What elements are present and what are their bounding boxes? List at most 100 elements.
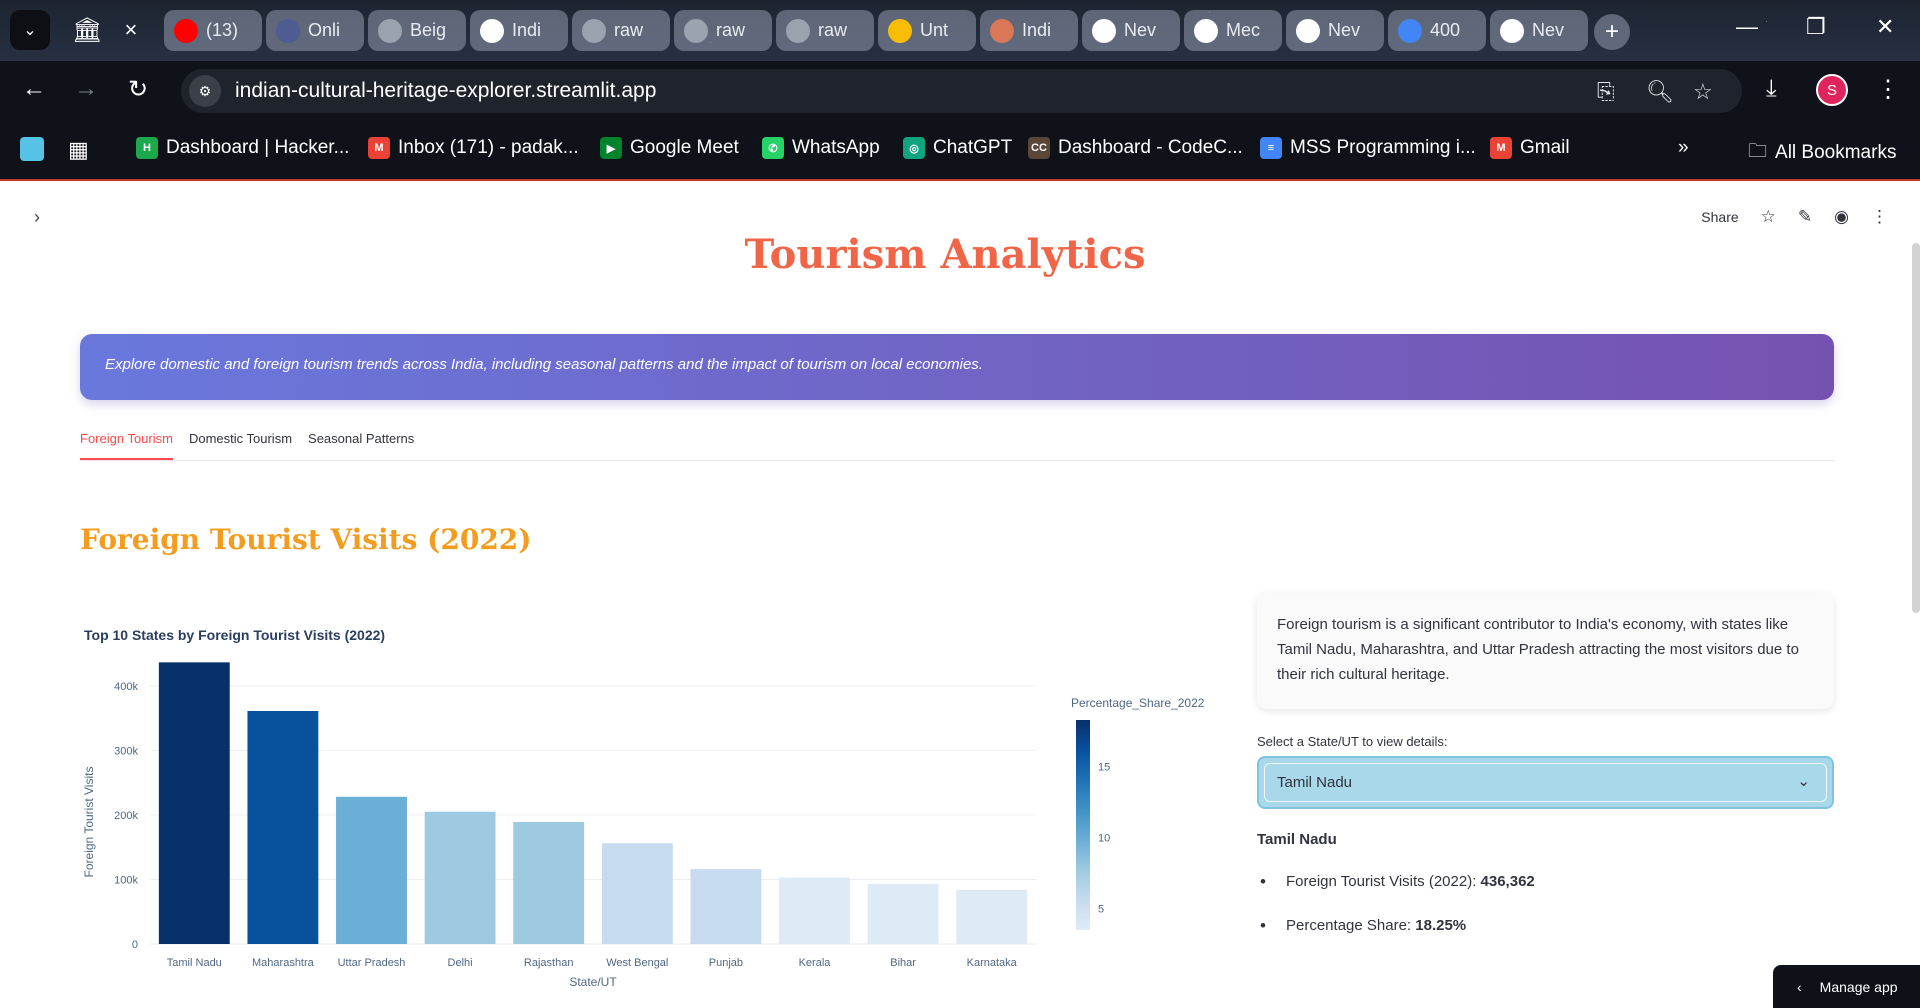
state-select[interactable]: Tamil Nadu ⌄ [1257, 756, 1834, 809]
tab-label: Nev [1124, 20, 1157, 40]
y-axis-title: Foreign Tourist Visits [82, 767, 96, 878]
tab-search-button[interactable]: ⌄ [10, 10, 50, 50]
bookmark-item[interactable]: ▶ Google Meet [600, 137, 739, 159]
sidebar-expand-button[interactable]: › [34, 207, 40, 228]
detail-list: Foreign Tourist Visits (2022): 436,362 P… [1257, 872, 1535, 961]
bookmark-item[interactable]: M Gmail [1490, 137, 1570, 159]
downloads-icon[interactable]: ⤓ [1766, 75, 1777, 103]
close-window-button[interactable]: ✕ [1876, 14, 1894, 40]
browser-tab[interactable]: Nev [1082, 10, 1180, 51]
browser-tab[interactable]: Indi [470, 10, 568, 51]
active-tab[interactable]: 🏛 × [60, 8, 160, 52]
edit-icon[interactable]: ✎ [1798, 207, 1812, 227]
browser-tab[interactable]: Unt [878, 10, 976, 51]
y-tick-label: 100k [114, 874, 138, 886]
browser-tab[interactable]: raw [572, 10, 670, 51]
chrome-icon [1500, 18, 1524, 43]
bookmark-app[interactable] [20, 137, 44, 161]
tab-label: (13) [206, 20, 239, 40]
reload-button[interactable]: ↻ [128, 75, 148, 104]
bookmark-label: Gmail [1520, 137, 1570, 158]
page-scrollbar[interactable] [1912, 243, 1920, 613]
tab-label: Nev [1532, 20, 1565, 40]
chevron-left-icon: ‹ [1797, 978, 1802, 995]
arrow-left-icon: ← [22, 75, 46, 102]
bookmark-favicon-icon: ▶ [600, 137, 622, 159]
x-tick-label: Bihar [890, 957, 916, 969]
profile-avatar[interactable]: S [1816, 74, 1848, 106]
apps-grid[interactable]: ▦ [68, 137, 89, 163]
tab-label: Beig [410, 20, 447, 40]
bookmark-favicon-icon: M [1490, 137, 1512, 159]
tab-label: raw [818, 20, 848, 40]
globe-icon [582, 18, 606, 43]
new-tab-button[interactable]: + [1594, 14, 1630, 50]
tab-label: raw [716, 20, 746, 40]
intro-banner: Explore domestic and foreign tourism tre… [80, 334, 1834, 400]
bookmark-item[interactable]: H Dashboard | Hacker... [136, 137, 349, 159]
app-icon [20, 137, 44, 161]
bookmark-favicon-icon: M [368, 137, 390, 159]
bar-tamil-nadu [158, 662, 230, 944]
browser-tab[interactable]: Beig [368, 10, 466, 51]
more-menu-icon[interactable]: ⋮ [1871, 207, 1888, 227]
bookmark-star-icon[interactable]: ☆ [1693, 79, 1713, 105]
tab-label: Indi [1022, 20, 1052, 40]
all-bookmarks[interactable]: 🗀 All Bookmarks [1748, 137, 1896, 169]
bookmarks-overflow[interactable]: » [1678, 137, 1689, 159]
browser-tab[interactable]: Indi [980, 10, 1078, 51]
bookmark-item[interactable]: ✆ WhatsApp [762, 137, 880, 159]
github-icon [1194, 18, 1218, 43]
minimize-button[interactable]: — [1736, 14, 1758, 40]
browser-menu-icon[interactable]: ⋮ [1876, 75, 1900, 104]
address-bar[interactable]: ⚙ indian-cultural-heritage-explorer.stre… [181, 69, 1742, 113]
bookmark-label: WhatsApp [792, 137, 880, 158]
star-icon[interactable]: ☆ [1761, 207, 1776, 227]
tab-foreign-tourism[interactable]: Foreign Tourism [80, 431, 173, 460]
browser-tab[interactable]: Nev [1286, 10, 1384, 51]
install-app-icon[interactable]: ⎘ [1597, 79, 1615, 105]
browser-tab[interactable]: Nev [1490, 10, 1588, 51]
tab-domestic-tourism[interactable]: Domestic Tourism [189, 431, 292, 460]
colorbar-tick-label: 15 [1098, 761, 1110, 773]
info-text: Foreign tourism is a significant contrib… [1277, 616, 1799, 683]
tab-seasonal-patterns[interactable]: Seasonal Patterns [308, 431, 414, 460]
bookmark-item[interactable]: ≡ MSS Programming i... [1260, 137, 1476, 159]
tab-label: Indi [512, 20, 542, 40]
bar-bihar [867, 883, 939, 944]
restore-button[interactable]: ❐ [1806, 14, 1826, 40]
youtube-icon [174, 18, 198, 43]
close-tab-icon[interactable]: × [124, 17, 137, 43]
bookmark-label: Google Meet [630, 137, 739, 158]
bookmark-item[interactable]: M Inbox (171) - padak... [368, 137, 579, 159]
browser-tab[interactable]: Onli [266, 10, 364, 51]
bar-maharashtra [247, 710, 319, 944]
x-tick-label: Kerala [799, 957, 832, 969]
colorbar [1076, 720, 1090, 930]
zoom-icon[interactable]: 🔍︎ [1646, 79, 1674, 105]
bar-chart[interactable]: 0 100k 200k 300k 400k Tamil Nadu Maharashtra Ut… [0, 638, 1230, 1008]
bar-west-bengal [601, 843, 673, 944]
plus-icon: + [1604, 18, 1619, 45]
browser-tab[interactable]: Mec [1184, 10, 1282, 51]
bookmark-favicon-icon: CC [1028, 137, 1050, 159]
banner-text: Explore domestic and foreign tourism tre… [105, 356, 983, 373]
site-info-icon[interactable]: ⚙ [189, 75, 221, 107]
browser-tab[interactable]: raw [674, 10, 772, 51]
forward-button[interactable]: → [74, 75, 98, 103]
tab-label: Unt [920, 20, 949, 40]
app-page: › Share ☆ ✎ ◉ ⋮ Tourism Analytics Explor… [0, 183, 1920, 1008]
bookmark-item[interactable]: CC Dashboard - CodeC... [1028, 137, 1243, 159]
browser-tab[interactable]: 400 [1388, 10, 1486, 51]
github-icon[interactable]: ◉ [1834, 207, 1849, 227]
manage-app-button[interactable]: ‹ Manage app [1773, 965, 1920, 1008]
url-text[interactable]: indian-cultural-heritage-explorer.stream… [235, 79, 656, 103]
x-tick-label: Uttar Pradesh [338, 957, 406, 969]
browser-tab[interactable]: raw [776, 10, 874, 51]
back-button[interactable]: ← [22, 75, 46, 103]
bookmark-item[interactable]: ◎ ChatGPT [903, 137, 1012, 159]
chevron-down-icon: ⌄ [23, 22, 37, 39]
bar-rajasthan [513, 822, 585, 944]
share-button[interactable]: Share [1701, 209, 1738, 225]
browser-tab[interactable]: (13) [164, 10, 262, 51]
